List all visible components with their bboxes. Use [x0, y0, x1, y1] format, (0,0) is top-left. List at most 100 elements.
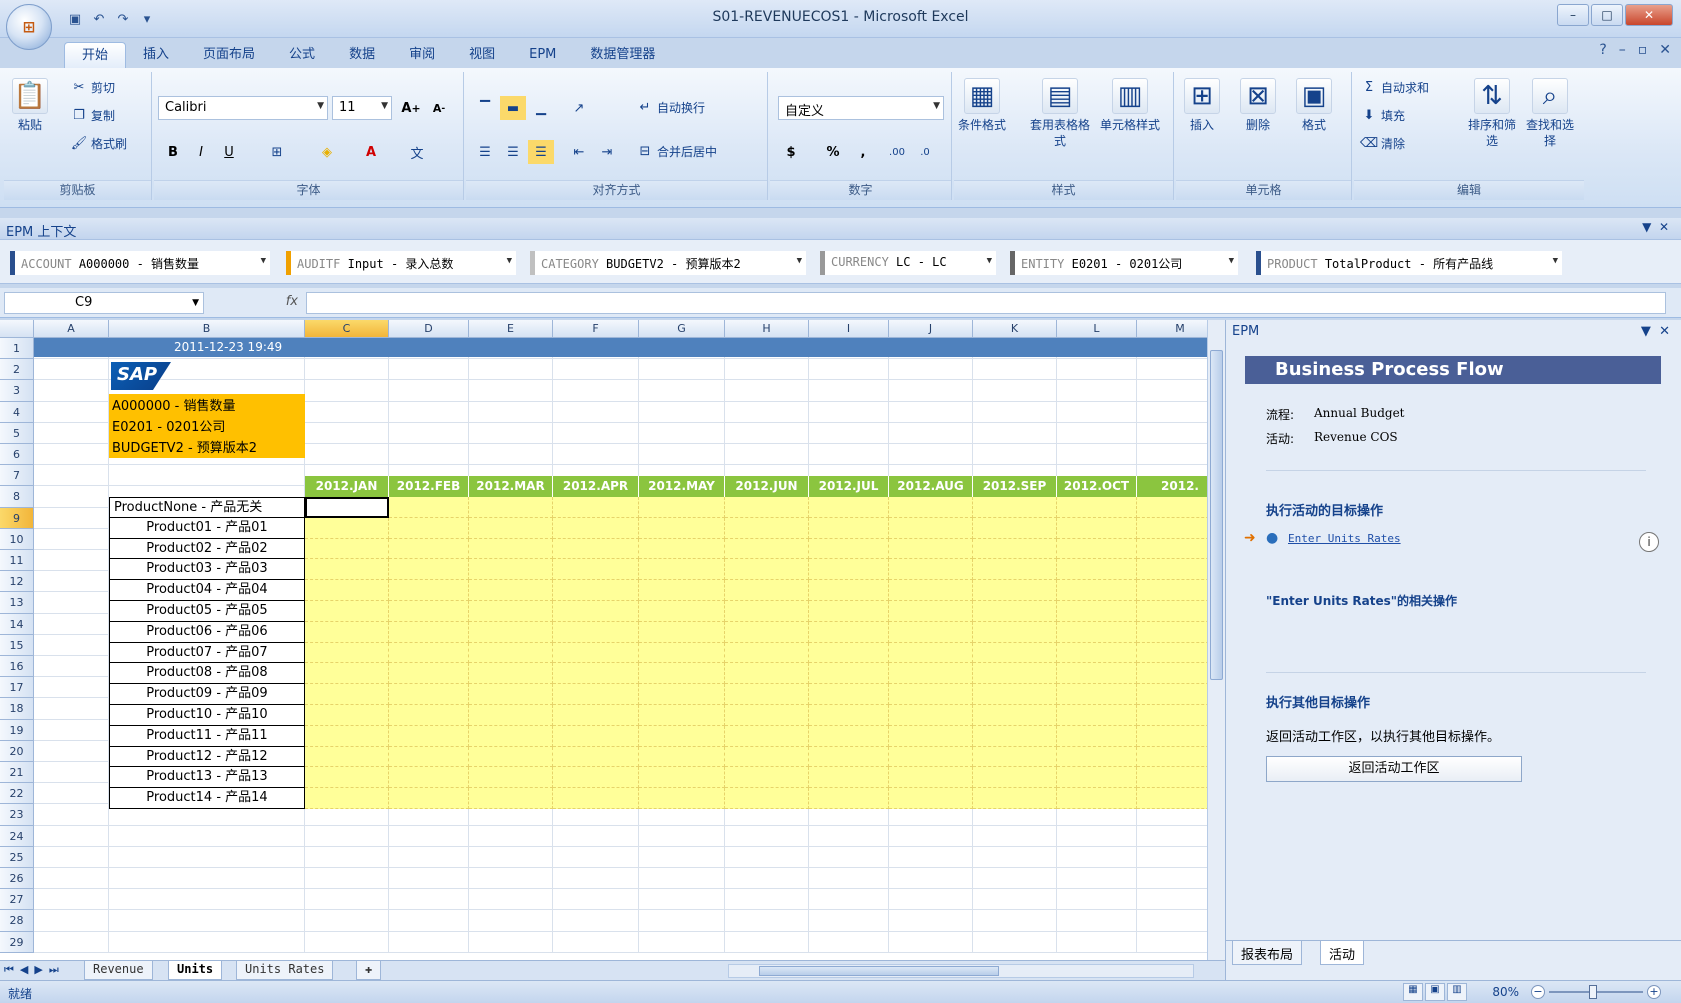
input-cell[interactable]	[1057, 580, 1137, 601]
input-cell[interactable]	[973, 497, 1057, 518]
input-cell[interactable]	[389, 559, 469, 581]
cell[interactable]	[725, 401, 809, 423]
cell[interactable]	[34, 910, 109, 932]
context-auditf[interactable]: AUDITF Input - 录入总数 ▼	[286, 251, 516, 275]
row-header[interactable]: 15	[0, 634, 34, 656]
input-cell[interactable]	[725, 705, 809, 726]
input-cell[interactable]	[305, 538, 389, 560]
cell[interactable]	[469, 401, 553, 423]
input-cell[interactable]	[305, 705, 389, 726]
input-cell[interactable]	[1057, 621, 1137, 643]
page-layout-view-button[interactable]: ▣	[1425, 983, 1445, 1001]
pane-tab-activity[interactable]: 活动	[1320, 941, 1365, 965]
cell[interactable]	[34, 846, 109, 868]
cell[interactable]	[34, 359, 109, 381]
cell[interactable]	[639, 380, 725, 402]
input-cell[interactable]	[639, 517, 725, 539]
cell[interactable]	[389, 359, 469, 381]
input-cell[interactable]	[639, 601, 725, 622]
cell[interactable]	[639, 931, 725, 953]
input-cell[interactable]	[725, 767, 809, 789]
cell[interactable]	[809, 931, 889, 953]
cell[interactable]	[469, 910, 553, 932]
input-cell[interactable]	[973, 601, 1057, 622]
cell[interactable]	[1137, 826, 1207, 847]
input-cell[interactable]	[973, 746, 1057, 768]
cell[interactable]	[1137, 359, 1207, 381]
cell[interactable]	[34, 613, 109, 635]
input-cell[interactable]	[809, 601, 889, 622]
cell[interactable]	[34, 931, 109, 953]
cell[interactable]	[639, 868, 725, 890]
input-cell[interactable]	[639, 746, 725, 768]
cell[interactable]	[389, 910, 469, 932]
input-cell[interactable]	[1137, 559, 1207, 581]
cell[interactable]	[1057, 910, 1137, 932]
orientation-button[interactable]: ↗	[566, 96, 592, 120]
column-header[interactable]: G	[639, 320, 725, 338]
input-cell[interactable]	[889, 621, 973, 643]
input-cell[interactable]	[469, 746, 553, 768]
office-button[interactable]: ⊞	[6, 4, 52, 50]
horizontal-scrollbar[interactable]	[728, 964, 1194, 978]
input-cell[interactable]	[1057, 684, 1137, 705]
cell[interactable]	[809, 889, 889, 911]
row-header[interactable]: 18	[0, 698, 34, 720]
cell[interactable]	[809, 422, 889, 444]
input-cell[interactable]	[809, 684, 889, 705]
cell[interactable]	[889, 359, 973, 381]
input-cell[interactable]	[889, 642, 973, 664]
input-cell[interactable]	[469, 601, 553, 622]
fill-color-button[interactable]: ◈	[314, 140, 340, 164]
input-cell[interactable]	[725, 559, 809, 581]
cell[interactable]	[973, 868, 1057, 890]
context-entity[interactable]: ENTITY E0201 - 0201公司 ▼	[1010, 251, 1238, 275]
cell[interactable]	[973, 422, 1057, 444]
input-cell[interactable]	[389, 580, 469, 601]
input-cell[interactable]	[1137, 726, 1207, 747]
scroll-thumb[interactable]	[1210, 350, 1223, 680]
cell[interactable]	[553, 401, 639, 423]
fill-button[interactable]: ⬇ 填充	[1360, 106, 1405, 124]
input-cell[interactable]	[305, 767, 389, 789]
input-cell[interactable]	[809, 538, 889, 560]
cell[interactable]	[973, 359, 1057, 381]
context-currency[interactable]: CURRENCY LC - LC ▼	[820, 251, 996, 275]
input-cell[interactable]	[889, 497, 973, 518]
cell[interactable]	[34, 486, 109, 508]
cell[interactable]	[809, 380, 889, 402]
page-break-view-button[interactable]: ▥	[1447, 983, 1467, 1001]
cell[interactable]	[34, 444, 109, 466]
cell[interactable]	[34, 380, 109, 402]
input-cell[interactable]	[973, 642, 1057, 664]
cell[interactable]	[1057, 846, 1137, 868]
underline-button[interactable]: U	[216, 140, 242, 164]
sort-filter-button[interactable]: ⇅ 排序和筛选	[1466, 78, 1518, 149]
column-header[interactable]: J	[889, 320, 973, 338]
input-cell[interactable]	[809, 497, 889, 518]
cell[interactable]	[553, 846, 639, 868]
input-cell[interactable]	[389, 725, 469, 747]
cell[interactable]	[34, 698, 109, 720]
input-cell[interactable]	[639, 725, 725, 747]
cell[interactable]	[809, 846, 889, 868]
cell[interactable]	[34, 656, 109, 678]
cell[interactable]	[889, 889, 973, 911]
row-header[interactable]: 12	[0, 571, 34, 593]
sheet-tab-units-rates[interactable]: Units Rates	[236, 961, 334, 980]
input-cell[interactable]	[889, 663, 973, 685]
row-header[interactable]: 5	[0, 422, 34, 444]
cell[interactable]	[109, 910, 305, 932]
vertical-scrollbar[interactable]	[1207, 320, 1225, 960]
paste-button[interactable]: 📋 粘贴	[12, 78, 48, 133]
cell[interactable]	[1057, 889, 1137, 911]
cell[interactable]	[889, 846, 973, 868]
cell[interactable]	[889, 825, 973, 847]
cell[interactable]	[725, 380, 809, 402]
cell[interactable]	[973, 889, 1057, 911]
cell[interactable]	[889, 931, 973, 953]
ribbon-restore-icon[interactable]: ▫	[1638, 42, 1648, 58]
cell[interactable]	[389, 401, 469, 423]
context-category[interactable]: CATEGORY BUDGETV2 - 预算版本2 ▼	[530, 251, 806, 275]
cell[interactable]	[1057, 931, 1137, 953]
